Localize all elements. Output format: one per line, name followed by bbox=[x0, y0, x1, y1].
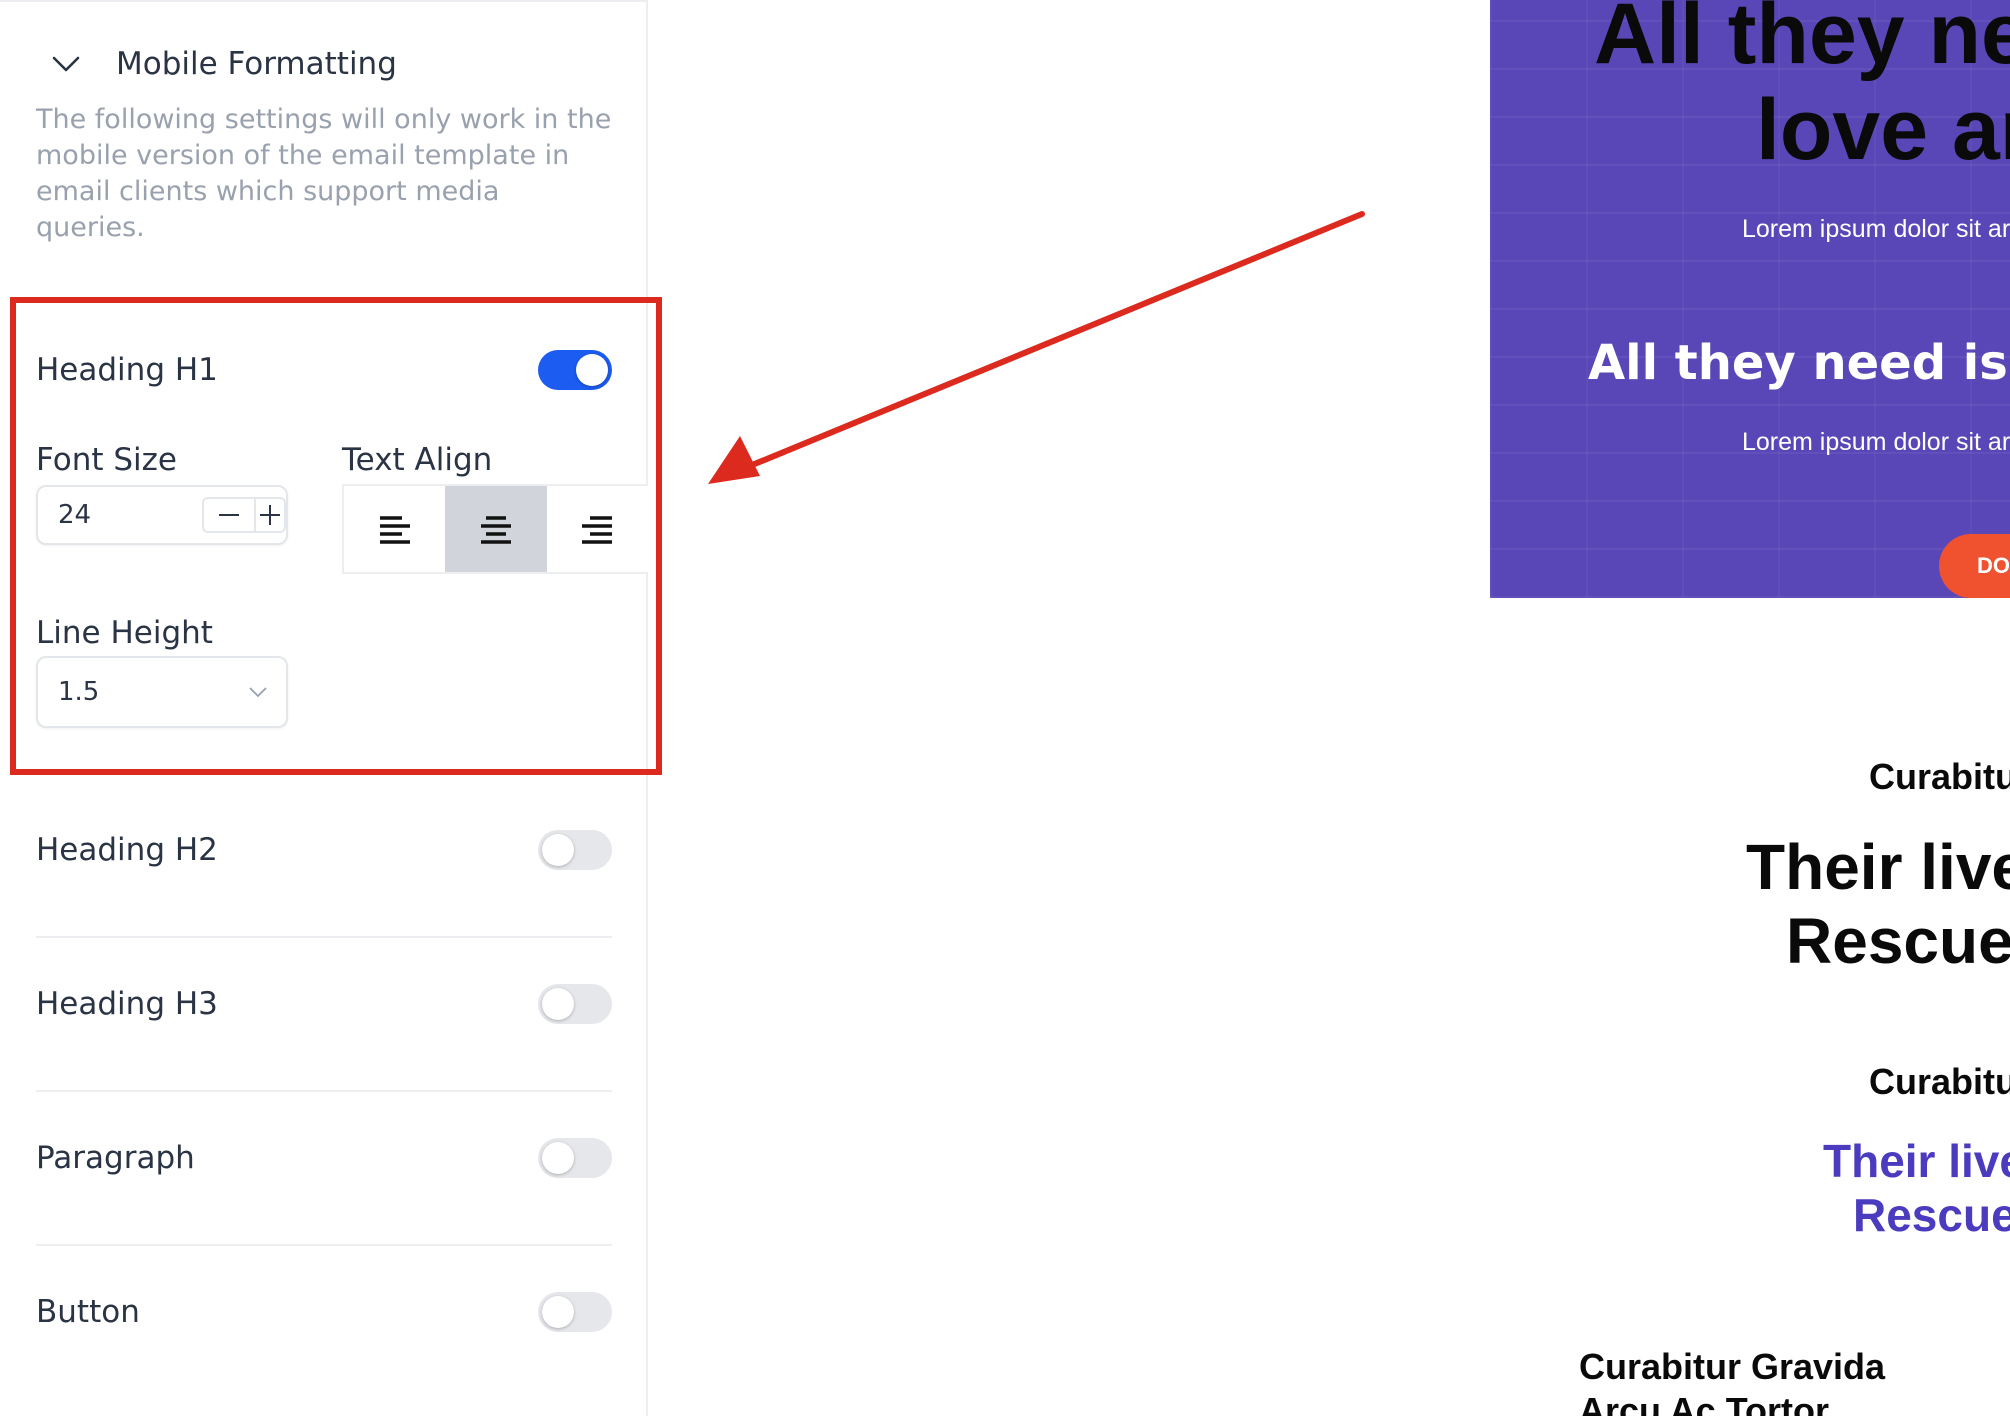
button-label: Button bbox=[36, 1294, 140, 1330]
increment-button[interactable] bbox=[256, 497, 286, 533]
donate-button[interactable]: DO bbox=[1939, 534, 2010, 598]
line-height-value: 1.5 bbox=[58, 677, 100, 707]
align-left-icon bbox=[379, 516, 410, 544]
paragraph-label: Paragraph bbox=[36, 1140, 195, 1176]
toggle-knob bbox=[542, 988, 574, 1020]
decrement-button[interactable] bbox=[202, 497, 256, 533]
font-size-value[interactable]: 24 bbox=[58, 487, 91, 543]
hero-heading-2: All they need is y bbox=[1588, 335, 2010, 391]
toggle-knob bbox=[542, 834, 574, 866]
divider bbox=[36, 1090, 612, 1092]
section-description: The following settings will only work in… bbox=[36, 104, 612, 243]
heading-h2-toggle[interactable] bbox=[538, 830, 612, 870]
heading-h1-toggle[interactable] bbox=[538, 350, 612, 390]
preview-bottom-heading-line1: Curabitur Gravida bbox=[1579, 1346, 1886, 1387]
paragraph-row: Paragraph bbox=[36, 1118, 612, 1198]
toggle-knob bbox=[542, 1296, 574, 1328]
line-height-select[interactable]: 1.5 bbox=[36, 656, 288, 728]
preview-bottom-heading-line2: Arcu Ac Tortor bbox=[1579, 1390, 1830, 1416]
preview-small-heading-2: Curabitu bbox=[1869, 1061, 2010, 1102]
align-right-icon bbox=[582, 516, 613, 544]
hero-heading-line1: All they ne bbox=[1594, 0, 2010, 82]
heading-h3-row: Heading H3 bbox=[36, 964, 612, 1044]
chevron-down-icon[interactable] bbox=[48, 46, 84, 82]
heading-h2-label: Heading H2 bbox=[36, 832, 218, 868]
text-align-label: Text Align bbox=[342, 442, 493, 478]
align-center-button[interactable] bbox=[445, 486, 547, 572]
align-right-button[interactable] bbox=[546, 486, 648, 572]
heading-h3-label: Heading H3 bbox=[36, 986, 218, 1022]
section-header-mobile-formatting[interactable]: Mobile Formatting bbox=[48, 42, 397, 86]
heading-h1-label: Heading H1 bbox=[36, 352, 218, 388]
preview-purple-heading-line2: Rescue bbox=[1853, 1189, 2010, 1241]
section-title: Mobile Formatting bbox=[116, 46, 397, 82]
settings-panel: Mobile Formatting The following settings… bbox=[0, 0, 648, 1416]
annotation-arrow bbox=[708, 211, 1365, 484]
hero-heading-line2: love ar bbox=[1756, 82, 2010, 178]
button-toggle[interactable] bbox=[538, 1292, 612, 1332]
preview-big-heading-line2: Rescue bbox=[1786, 905, 2010, 977]
email-preview: All they ne love ar Lorem ipsum dolor si… bbox=[1490, 0, 2010, 1416]
heading-h2-row: Heading H2 bbox=[36, 810, 612, 890]
font-size-label: Font Size bbox=[36, 442, 177, 478]
hero-subtext-1: Lorem ipsum dolor sit ar bbox=[1742, 215, 2010, 243]
chevron-down-icon bbox=[249, 687, 267, 698]
toggle-knob bbox=[542, 1142, 574, 1174]
preview-small-heading-1: Curabitu bbox=[1869, 756, 2010, 797]
heading-h3-toggle[interactable] bbox=[538, 984, 612, 1024]
hero-subtext-2: Lorem ipsum dolor sit ar bbox=[1742, 428, 2010, 456]
heading-h1-row: Heading H1 bbox=[36, 330, 612, 410]
font-size-stepper[interactable]: 24 bbox=[36, 485, 288, 545]
align-left-button[interactable] bbox=[344, 486, 446, 572]
line-height-label: Line Height bbox=[36, 615, 213, 651]
preview-purple-heading-line1: Their live bbox=[1823, 1135, 2010, 1187]
preview-big-heading-line1: Their live bbox=[1746, 831, 2010, 903]
divider bbox=[36, 936, 612, 938]
toggle-knob bbox=[576, 354, 608, 386]
text-align-group bbox=[342, 484, 648, 574]
divider bbox=[36, 1244, 612, 1246]
align-center-icon bbox=[480, 516, 511, 544]
paragraph-toggle[interactable] bbox=[538, 1138, 612, 1178]
button-row: Button bbox=[36, 1272, 612, 1352]
